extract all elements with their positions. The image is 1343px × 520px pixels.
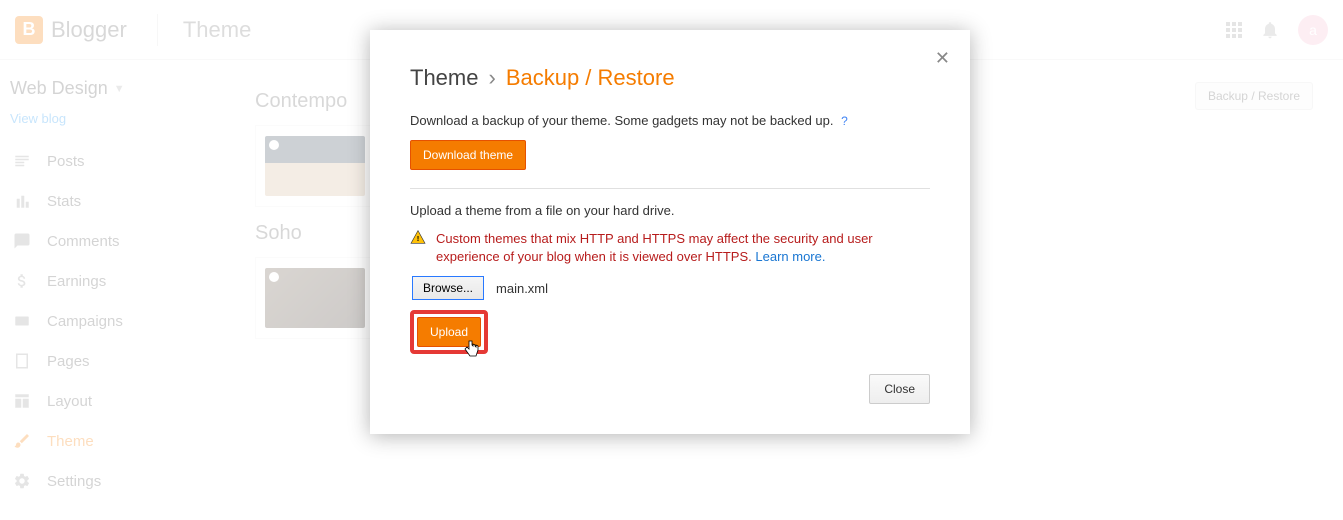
- learn-more-link[interactable]: Learn more.: [755, 249, 825, 264]
- crumb-separator: ›: [488, 65, 495, 91]
- cursor-pointer-icon: [463, 340, 479, 358]
- upload-highlight: Upload: [410, 310, 488, 354]
- warning-icon: !: [410, 230, 426, 244]
- close-button[interactable]: Close: [869, 374, 930, 404]
- crumb-backup-restore: Backup / Restore: [506, 65, 675, 91]
- download-description: Download a backup of your theme. Some ga…: [410, 113, 930, 128]
- warning-text: Custom themes that mix HTTP and HTTPS ma…: [436, 230, 930, 266]
- selected-filename: main.xml: [496, 281, 548, 296]
- svg-text:!: !: [417, 234, 420, 243]
- crumb-theme: Theme: [410, 65, 478, 91]
- download-theme-button[interactable]: Download theme: [410, 140, 526, 170]
- divider: [410, 188, 930, 189]
- breadcrumb: Theme › Backup / Restore: [410, 65, 930, 91]
- close-icon[interactable]: ✕: [935, 48, 950, 69]
- upload-description: Upload a theme from a file on your hard …: [410, 203, 930, 218]
- backup-restore-modal: ✕ Theme › Backup / Restore Download a ba…: [370, 30, 970, 434]
- browse-button[interactable]: Browse...: [412, 276, 484, 300]
- help-icon[interactable]: ?: [841, 114, 848, 128]
- file-selection-row: Browse... main.xml: [412, 276, 930, 300]
